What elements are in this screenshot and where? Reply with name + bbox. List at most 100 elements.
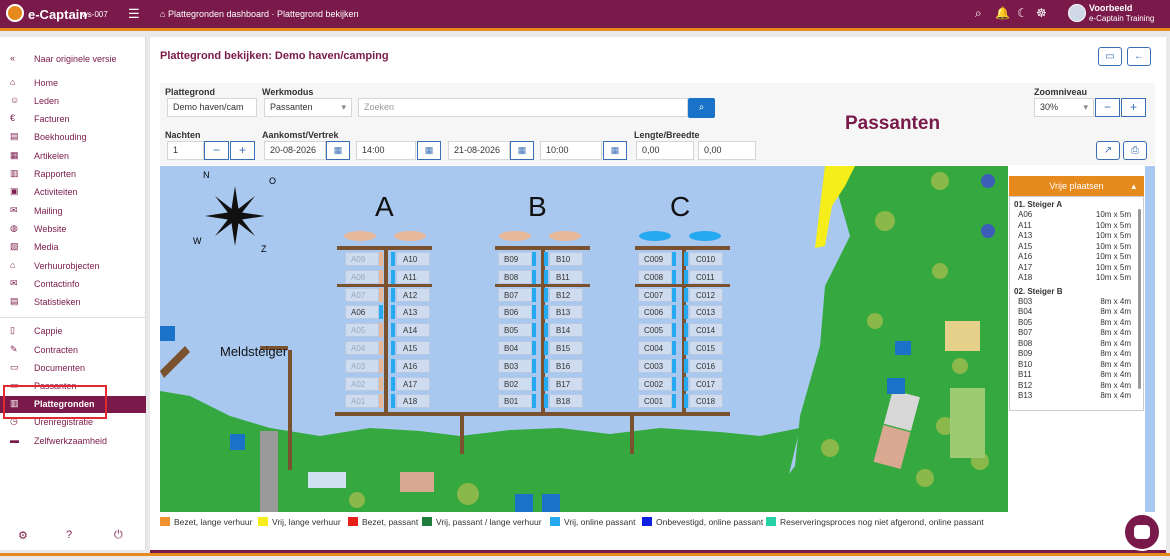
- sidebar-item-verhuurobjecten[interactable]: ⌂ Verhuurobjecten: [0, 258, 146, 275]
- berth-a11[interactable]: A11: [396, 269, 430, 284]
- berth-c015[interactable]: C015: [689, 341, 723, 355]
- avatar[interactable]: [1068, 4, 1086, 22]
- aankomst-calendar-icon[interactable]: ▦: [326, 141, 350, 160]
- list-item[interactable]: B04 8m x 4m: [1010, 307, 1143, 318]
- vertrek-time-icon[interactable]: ▦: [603, 141, 627, 160]
- sidebar-item-media[interactable]: ▧ Media: [0, 239, 146, 256]
- sidebar-item-contracten[interactable]: ✎ Contracten: [0, 342, 146, 359]
- plattegrond-select[interactable]: Demo haven/cam: [167, 98, 257, 117]
- berth-b12[interactable]: B12: [549, 287, 583, 302]
- sidebar-item-mailing[interactable]: ✉ Mailing: [0, 203, 146, 220]
- search-button[interactable]: ⌕: [688, 98, 715, 118]
- berth-a13[interactable]: A13: [396, 305, 430, 320]
- harbor-map[interactable]: N O W Z Meldsteiger A B C A09 A08 A07 A0…: [160, 166, 1008, 512]
- list-item[interactable]: B13 8m x 4m: [1010, 391, 1143, 402]
- list-item[interactable]: B07 8m x 4m: [1010, 328, 1143, 339]
- app-brand[interactable]: e-Captain: [28, 7, 87, 22]
- breadcrumb[interactable]: ⌂ Plattegronden dashboard · Plattegrond …: [160, 9, 359, 19]
- berth-c008[interactable]: C008: [638, 269, 672, 284]
- berth-c007[interactable]: C007: [638, 287, 672, 302]
- berth-b10[interactable]: B10: [549, 252, 583, 266]
- nachten-plus-button[interactable]: +: [230, 141, 255, 160]
- sidebar-item-website[interactable]: ◍ Website: [0, 221, 146, 238]
- aankomst-time-input[interactable]: 14:00: [356, 141, 416, 160]
- berth-a12[interactable]: A12: [396, 287, 430, 302]
- berth-c011[interactable]: C011: [689, 269, 723, 284]
- print-button[interactable]: ⎙: [1123, 141, 1147, 160]
- berth-c001[interactable]: C001: [638, 394, 672, 409]
- sidebar-item-statistieken[interactable]: ▤ Statistieken: [0, 294, 146, 311]
- list-item[interactable]: A16 10m x 5m: [1010, 252, 1143, 263]
- sidebar-item-zelfwerkzaamheid[interactable]: ▬ Zelfwerkzaamheid: [0, 433, 146, 450]
- sidebar-item-contactinfo[interactable]: ✉ Contactinfo: [0, 276, 146, 293]
- berth-b01[interactable]: B01: [498, 394, 532, 409]
- berth-c005[interactable]: C005: [638, 323, 672, 338]
- sidebar-item-rapporten[interactable]: ▥ Rapporten: [0, 166, 146, 183]
- aankomst-time-icon[interactable]: ▦: [417, 141, 441, 160]
- list-item[interactable]: B12 8m x 4m: [1010, 381, 1143, 392]
- berth-a15[interactable]: A15: [396, 341, 430, 355]
- vertrek-calendar-icon[interactable]: ▦: [510, 141, 534, 160]
- berth-b08[interactable]: B08: [498, 269, 532, 284]
- berth-b14[interactable]: B14: [549, 323, 583, 338]
- berth-a08[interactable]: A08: [345, 269, 379, 284]
- zoom-out-button[interactable]: −: [1095, 98, 1120, 117]
- sidebar-item-facturen[interactable]: € Facturen: [0, 111, 146, 128]
- bell-icon[interactable]: 🔔: [995, 6, 1010, 20]
- berth-c009[interactable]: C009: [638, 252, 672, 266]
- berth-b04[interactable]: B04: [498, 341, 532, 355]
- list-item[interactable]: B08 8m x 4m: [1010, 339, 1143, 350]
- berth-a16[interactable]: A16: [396, 358, 430, 373]
- list-item[interactable]: A15 10m x 5m: [1010, 242, 1143, 253]
- help-icon[interactable]: ?: [66, 529, 72, 541]
- list-item[interactable]: A11 10m x 5m: [1010, 221, 1143, 232]
- berth-a02[interactable]: A02: [345, 376, 379, 391]
- list-item[interactable]: B09 8m x 4m: [1010, 349, 1143, 360]
- back-button[interactable]: ←: [1127, 47, 1151, 66]
- berth-c003[interactable]: C003: [638, 358, 672, 373]
- home-icon[interactable]: ⌂: [160, 9, 168, 19]
- berth-b02[interactable]: B02: [498, 376, 532, 391]
- list-item[interactable]: A17 10m x 5m: [1010, 263, 1143, 274]
- list-item[interactable]: B10 8m x 4m: [1010, 360, 1143, 371]
- nachten-minus-button[interactable]: −: [204, 141, 229, 160]
- list-item[interactable]: A13 10m x 5m: [1010, 231, 1143, 242]
- berth-b18[interactable]: B18: [549, 394, 583, 409]
- user-name[interactable]: Voorbeeld: [1089, 3, 1132, 13]
- berth-a03[interactable]: A03: [345, 358, 379, 373]
- berth-b13[interactable]: B13: [549, 305, 583, 320]
- vertrek-time-input[interactable]: 10:00: [540, 141, 602, 160]
- berth-a07[interactable]: A07: [345, 287, 379, 302]
- berth-a17[interactable]: A17: [396, 376, 430, 391]
- berth-c014[interactable]: C014: [689, 323, 723, 338]
- list-item[interactable]: A18 10m x 5m: [1010, 273, 1143, 284]
- zoom-select[interactable]: 30% ▾: [1034, 98, 1094, 117]
- berth-b06[interactable]: B06: [498, 305, 532, 320]
- berth-b16[interactable]: B16: [549, 358, 583, 373]
- sidebar-item-boekhouding[interactable]: ▤ Boekhouding: [0, 129, 146, 146]
- berth-a06[interactable]: A06: [345, 305, 379, 320]
- sidebar-item-home[interactable]: ⌂ Home: [0, 75, 146, 92]
- breadcrumb-text[interactable]: Plattegronden dashboard · Plattegrond be…: [168, 9, 359, 19]
- berth-c002[interactable]: C002: [638, 376, 672, 391]
- search-input[interactable]: Zoeken: [358, 98, 688, 117]
- berth-a05[interactable]: A05: [345, 323, 379, 338]
- berth-b15[interactable]: B15: [549, 341, 583, 355]
- berth-c016[interactable]: C016: [689, 358, 723, 373]
- berth-b05[interactable]: B05: [498, 323, 532, 338]
- sidebar-item-documenten[interactable]: ▭ Documenten: [0, 360, 146, 377]
- berth-c017[interactable]: C017: [689, 376, 723, 391]
- chevron-up-icon[interactable]: ▴: [1131, 176, 1136, 196]
- berth-a01[interactable]: A01: [345, 394, 379, 409]
- robot-icon[interactable]: ☸: [1036, 6, 1047, 20]
- breedte-input[interactable]: 0,00: [698, 141, 756, 160]
- sidebar-item-cappie[interactable]: ▯ Cappie: [0, 323, 146, 340]
- settings-icon[interactable]: ⚙: [18, 529, 28, 542]
- berth-c010[interactable]: C010: [689, 252, 723, 266]
- berth-a18[interactable]: A18: [396, 394, 430, 409]
- vertrek-date-input[interactable]: 21-08-2026: [448, 141, 510, 160]
- zoom-in-button[interactable]: +: [1121, 98, 1146, 117]
- sidebar-item-artikelen[interactable]: ▦ Artikelen: [0, 148, 146, 165]
- app-logo-icon[interactable]: [6, 4, 24, 22]
- werkmodus-select[interactable]: Passanten ▾: [264, 98, 352, 117]
